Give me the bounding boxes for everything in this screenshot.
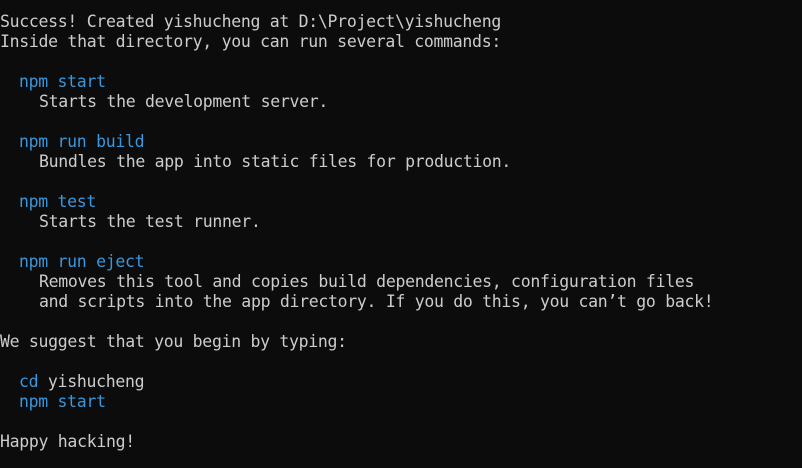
terminal-window: Success! Created yishucheng at D:\Projec…	[0, 0, 802, 468]
next-step-start: npm start	[19, 392, 106, 411]
command-npm-run-build: npm run build	[19, 132, 145, 151]
command-npm-start: npm start	[19, 72, 106, 91]
command-description: and scripts into the app directory. If y…	[39, 292, 714, 311]
closing-message: Happy hacking!	[0, 432, 135, 451]
cd-argument: yishucheng	[47, 372, 145, 391]
command-description: Removes this tool and copies build depen…	[39, 272, 695, 291]
command-description: Starts the test runner.	[39, 212, 261, 231]
command-description: Bundles the app into static files for pr…	[39, 152, 512, 171]
success-message: Success! Created yishucheng at D:\Projec…	[0, 12, 501, 31]
intro-text: Inside that directory, you can run sever…	[0, 32, 501, 51]
command-description: Starts the development server.	[39, 92, 329, 111]
suggestion-text: We suggest that you begin by typing:	[0, 332, 347, 351]
command-npm-test: npm test	[19, 192, 97, 211]
cd-command: cd	[19, 372, 39, 391]
command-npm-run-eject: npm run eject	[19, 252, 145, 271]
next-step-cd: cd yishucheng	[0, 372, 802, 392]
